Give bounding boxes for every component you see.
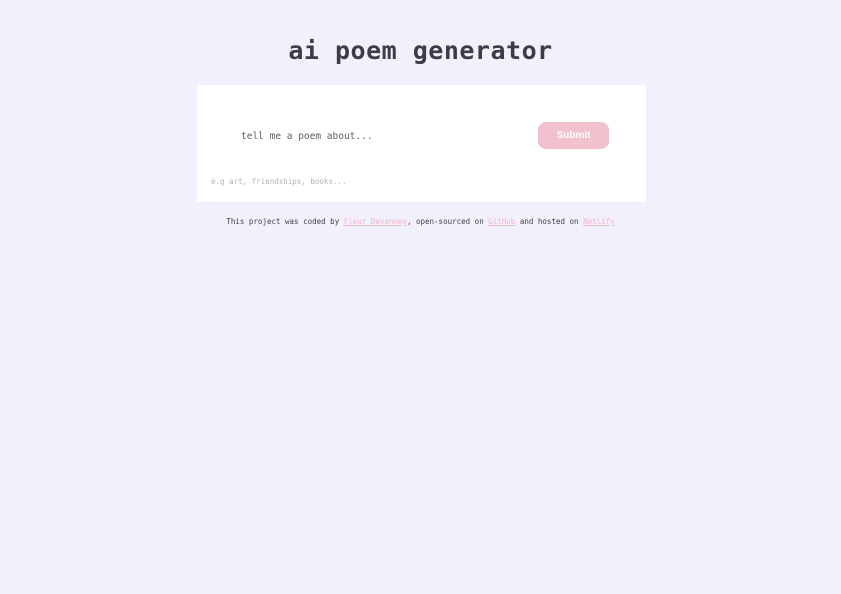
input-hint: e.g art, friendships, books... xyxy=(211,177,347,186)
page-title: ai poem generator xyxy=(288,36,553,65)
footer-text-1: This project was coded by xyxy=(226,217,344,226)
footer-text-2: , open-sourced on xyxy=(406,217,489,226)
footer: This project was coded by Fleur Devanney… xyxy=(0,217,841,226)
netlify-link[interactable]: Netlify xyxy=(583,217,615,226)
poem-topic-input[interactable] xyxy=(230,123,520,149)
submit-button[interactable]: Submit xyxy=(538,122,609,149)
author-link[interactable]: Fleur Devanney xyxy=(344,217,407,226)
github-link[interactable]: GitHub xyxy=(488,217,515,226)
poem-form: Submit e.g art, friendships, books... xyxy=(197,85,646,202)
footer-text-3: and hosted on xyxy=(515,217,584,226)
